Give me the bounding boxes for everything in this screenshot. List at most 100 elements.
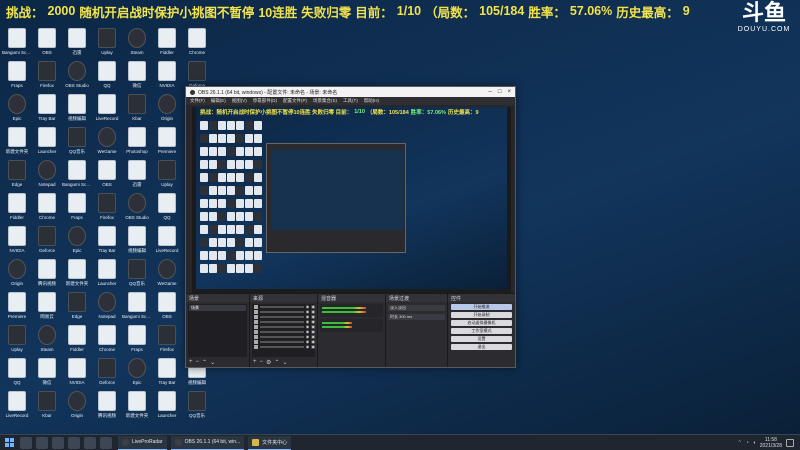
desktop-icon[interactable]: Chrome <box>34 193 60 220</box>
desktop-icon[interactable]: Chrome <box>94 325 120 352</box>
desktop-icon[interactable]: Notepad <box>34 160 60 187</box>
desktop-icon[interactable]: Premiere <box>4 292 30 319</box>
eye-icon[interactable]: ◉ <box>306 344 310 349</box>
desktop-icon[interactable]: 新建文件夹 <box>4 127 30 154</box>
desktop-icon[interactable]: QQ <box>94 61 120 88</box>
task-view-icon[interactable] <box>36 436 48 449</box>
desktop-icon[interactable]: Geforce <box>184 61 210 88</box>
desktop-icon[interactable]: Kbar <box>34 391 60 418</box>
desktop-icon[interactable]: QQ <box>4 358 30 385</box>
desktop-icon[interactable]: Notepad <box>94 292 120 319</box>
desktop-icon[interactable]: 视频编辑 <box>64 94 90 121</box>
desktop-icon[interactable]: Steam <box>124 28 150 55</box>
store-icon[interactable] <box>100 436 112 449</box>
desktop-icon[interactable]: Fiddler <box>154 28 180 55</box>
taskbar-app-obs[interactable]: OBS 26.1.1 (64 bit, win... <box>170 435 245 450</box>
steam-icon[interactable] <box>84 436 96 449</box>
minimize-icon[interactable]: – <box>489 89 492 95</box>
desktop-icon[interactable]: Chrome <box>184 28 210 55</box>
start-streaming-button[interactable]: 开始推流 <box>451 304 512 310</box>
desktop-icon[interactable]: LiveRecord <box>94 94 120 121</box>
desktop-icon[interactable]: Fraps <box>4 61 30 88</box>
desktop-icon[interactable]: OBS <box>34 28 60 55</box>
remove-icon[interactable]: − <box>196 359 200 366</box>
desktop-icon[interactable]: Tray Bar <box>154 358 180 385</box>
desktop-icon[interactable]: WeGame <box>154 259 180 286</box>
chevron-down-icon[interactable]: ⌄ <box>210 359 215 366</box>
chevron-up-icon[interactable]: ⌃ <box>274 359 279 366</box>
scenes-list[interactable]: 场景 <box>188 304 247 357</box>
desktop-icon[interactable]: Epic <box>4 94 30 121</box>
maximize-icon[interactable]: □ <box>498 89 502 95</box>
desktop-icon[interactable]: Bangumi Scanner <box>122 292 152 319</box>
close-icon[interactable]: × <box>507 89 511 95</box>
obs-window[interactable]: OBS 26.1.1 (64 bit, windows) - 配置文件: 未命名… <box>185 86 516 368</box>
add-icon[interactable]: + <box>189 359 193 366</box>
desktop-icon[interactable]: Epic <box>124 358 150 385</box>
desktop-icon[interactable]: Epic <box>64 226 90 253</box>
menu-item[interactable]: 编辑(E) <box>211 98 226 104</box>
desktop-icon[interactable]: Edge <box>4 160 30 187</box>
desktop-icon[interactable]: QQ音乐 <box>184 391 210 418</box>
desktop-icon[interactable]: Steam <box>34 325 60 352</box>
desktop-icon[interactable]: OBS <box>154 292 180 319</box>
desktop-icon[interactable]: WeGame <box>94 127 120 154</box>
desktop-icon[interactable]: 迅雷 <box>124 160 150 187</box>
gear-icon[interactable]: ⚙ <box>266 359 271 366</box>
lock-icon[interactable]: ▣ <box>311 344 315 349</box>
network-icon[interactable]: ◔ <box>746 440 749 446</box>
desktop-icon[interactable]: OBS Studio <box>64 61 90 88</box>
start-button[interactable] <box>0 435 18 450</box>
chevron-down-icon[interactable]: ⌄ <box>282 359 287 366</box>
scene-item[interactable]: 场景 <box>189 305 246 311</box>
desktop-icon[interactable]: Tray Bar <box>94 226 120 253</box>
desktop-icon[interactable]: Origin <box>4 259 30 286</box>
desktop-icon[interactable]: 腾讯视频 <box>94 391 120 418</box>
desktop-icon[interactable]: Geforce <box>94 358 120 385</box>
desktop-icon[interactable]: Edge <box>64 292 90 319</box>
desktop-icon[interactable]: Geforce <box>34 226 60 253</box>
desktop-icon[interactable]: LiveRecord <box>154 226 180 253</box>
desktop-icon[interactable]: Firefox <box>34 61 60 88</box>
search-icon[interactable] <box>20 436 32 449</box>
desktop-icon[interactable]: Fiddler <box>4 193 30 220</box>
menu-item[interactable]: 帮助(H) <box>364 98 379 104</box>
notification-icon[interactable] <box>786 438 794 447</box>
chevron-up-icon[interactable]: ⌃ <box>202 359 207 366</box>
desktop-icon[interactable]: Photoshop <box>124 127 150 154</box>
desktop-icon[interactable]: Fiddler <box>64 325 90 352</box>
volume-icon[interactable]: ◖ <box>753 440 756 446</box>
desktop-icon[interactable]: 微信 <box>34 358 60 385</box>
file-explorer-icon[interactable] <box>52 436 64 449</box>
desktop-icon[interactable]: OBS <box>94 160 120 187</box>
desktop-icon[interactable]: Kbar <box>124 94 150 121</box>
menu-item[interactable]: 停靠部件(D) <box>253 98 277 104</box>
desktop-icon[interactable]: QQ音乐 <box>64 127 90 154</box>
desktop-icon[interactable]: Firefox <box>154 325 180 352</box>
sources-list[interactable]: ◉ ▣ ◉ ▣ ◉ ▣ ◉ ▣ ◉ ▣ ◉ ▣ ◉ ▣ ◉ ▣ ◉ ▣ <box>252 304 315 357</box>
desktop-icon[interactable]: NVIDIA <box>154 61 180 88</box>
mixer-track-desktop[interactable] <box>320 304 383 317</box>
remove-icon[interactable]: − <box>260 359 264 366</box>
desktop-icon[interactable]: Firefox <box>94 193 120 220</box>
desktop-icon[interactable]: Uplay <box>4 325 30 352</box>
desktop-icon[interactable]: Origin <box>64 391 90 418</box>
desktop-icon[interactable]: 腾讯视频 <box>34 259 60 286</box>
desktop-icon[interactable]: Tray Bar <box>34 94 60 121</box>
menu-item[interactable]: 视图(V) <box>232 98 247 104</box>
desktop-icon[interactable]: Uplay <box>154 160 180 187</box>
desktop-icon[interactable]: 新建文件夹 <box>64 259 90 286</box>
transition-select[interactable]: 淡入淡出 <box>388 305 445 311</box>
settings-button[interactable]: 设置 <box>451 336 512 342</box>
menu-item[interactable]: 工具(T) <box>343 98 358 104</box>
transition-duration[interactable]: 时长 300 ms <box>388 314 445 320</box>
desktop-icon[interactable]: Fraps <box>64 193 90 220</box>
desktop-icon[interactable]: Bangumi Scanner <box>62 160 92 187</box>
desktop-icon[interactable]: Premiere <box>154 127 180 154</box>
desktop-icon[interactable]: Launcher <box>154 391 180 418</box>
desktop-icon[interactable]: NVIDIA <box>64 358 90 385</box>
desktop-icon[interactable]: Bangumi Scanner <box>2 28 32 55</box>
mixer-track-mic[interactable] <box>320 319 383 332</box>
obs-titlebar[interactable]: OBS 26.1.1 (64 bit, windows) - 配置文件: 未命名… <box>186 87 515 97</box>
studio-mode-button[interactable]: 工作室模式 <box>451 328 512 334</box>
